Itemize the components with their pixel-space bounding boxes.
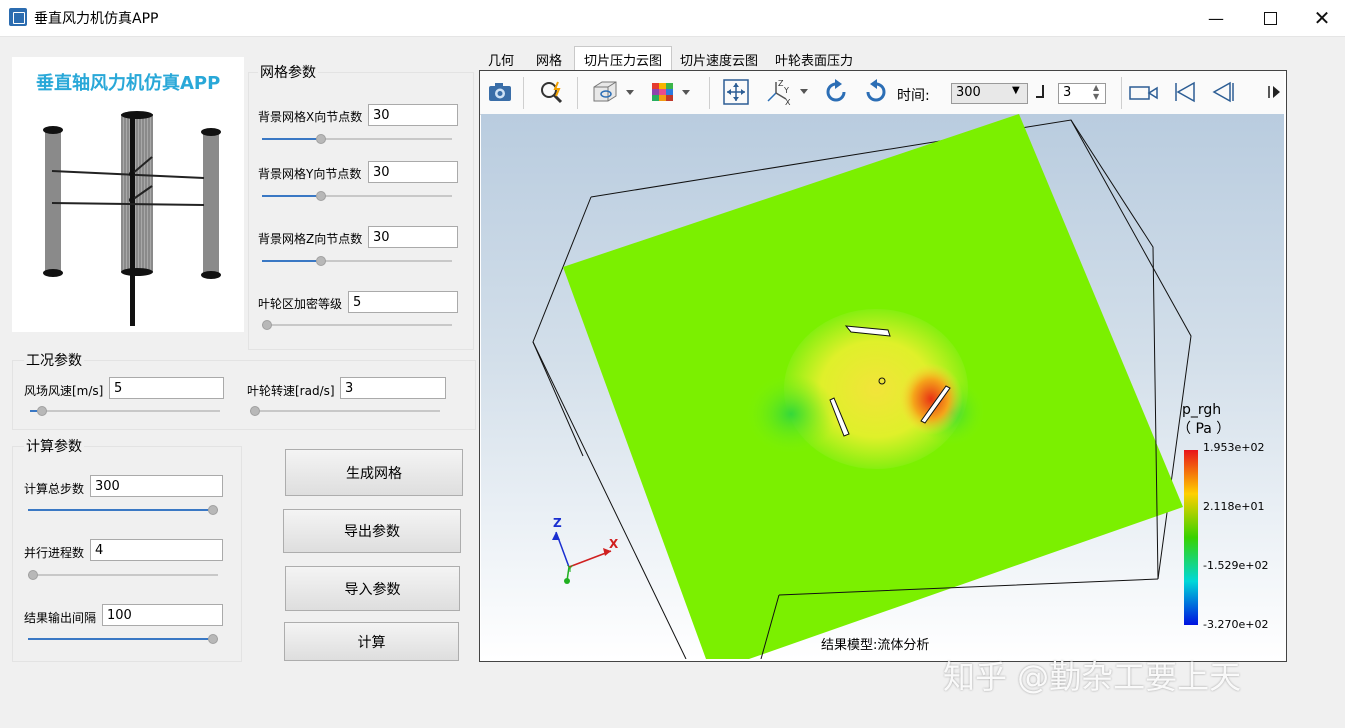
calc-params-title: 计算参数 [24,436,84,456]
query-icon[interactable] [537,77,567,107]
close-button[interactable]: ✕ [1299,0,1345,36]
step-spinbox-value: 3 [1063,85,1072,100]
step-icon [1036,85,1044,98]
refine-label: 叶轮区加密等级 [258,297,343,311]
svg-text:X: X [785,98,791,106]
conditions-title: 工况参数 [24,350,84,370]
time-select[interactable]: 300 ▼ [951,83,1028,104]
refine-input[interactable] [348,291,458,313]
total-steps-slider[interactable] [28,505,218,515]
mesh-y-input[interactable] [368,161,458,183]
mesh-z-input[interactable] [368,226,458,248]
axes-icon[interactable]: ZYX [764,77,810,107]
mesh-x-slider[interactable] [262,134,452,144]
wind-speed-input[interactable] [109,377,224,399]
tab-geometry[interactable]: 几何 [482,48,520,70]
chevron-down-icon: ▼ [1012,85,1020,96]
spin-arrows-icon: ▲ ▼ [1093,83,1100,101]
procs-slider[interactable] [28,570,218,580]
legend-title: p_rgh [1182,402,1222,418]
tab-slice-velocity[interactable]: 切片速度云图 [674,48,764,70]
fit-view-icon[interactable] [721,77,751,107]
camera-icon[interactable] [485,77,515,107]
total-steps-label: 计算总步数 [24,482,85,496]
pressure-slice-render [532,114,1198,659]
3d-viewport[interactable]: Z X Y p_rgh （ Pa ） 1.953e+02 2.118e+01 -… [481,114,1284,659]
output-interval-label: 结果输出间隔 [24,611,97,625]
mesh-z-slider[interactable] [262,256,452,266]
record-icon[interactable] [1126,77,1162,107]
legend-max: 1.953e+02 [1203,441,1265,454]
maximize-icon [1263,11,1277,25]
step-spinbox[interactable]: 3 ▲ ▼ [1058,83,1106,104]
legend-mid-high: 2.118e+01 [1203,500,1265,513]
minimize-button[interactable]: — [1193,0,1239,36]
export-params-button[interactable]: 导出参数 [283,509,461,553]
mesh-y-slider[interactable] [262,191,452,201]
rotor-speed-label: 叶轮转速[rad/s] [247,384,335,398]
mesh-params-title: 网格参数 [258,62,318,82]
prev-frame-icon[interactable] [1209,77,1239,107]
svg-text:Y: Y [783,86,789,95]
rotate-cw-icon[interactable] [821,77,851,107]
view-toolbar: ZYX 时间: 300 ▼ 3 ▲ ▼ [480,71,1284,115]
tab-mesh[interactable]: 网格 [528,48,570,70]
mesh-y-label: 背景网格Y向节点数 [258,167,362,181]
axis-z-label: Z [553,516,562,530]
procs-label: 并行进程数 [24,546,85,560]
time-select-value: 300 [956,85,981,100]
refine-slider[interactable] [262,320,452,330]
rotate-ccw-icon[interactable] [861,77,891,107]
logo-panel: 垂直轴风力机仿真APP [12,57,244,332]
legend-min: -3.270e+02 [1203,618,1269,631]
color-cube-icon[interactable] [648,77,694,107]
rotor-speed-slider[interactable] [250,406,440,416]
app-icon [9,8,27,26]
axis-x-label: X [609,537,619,551]
legend-unit: （ Pa ） [1177,421,1231,437]
title-bar [0,0,1345,37]
first-frame-icon[interactable] [1169,77,1199,107]
tab-slice-pressure[interactable]: 切片压力云图 [574,46,672,72]
result-model-label: 结果模型:流体分析 [821,638,930,653]
output-interval-input[interactable] [102,604,223,626]
output-interval-slider[interactable] [28,634,218,644]
minimize-icon: — [1208,8,1224,28]
axis-y-label: Y [567,564,574,575]
mesh-z-label: 背景网格Z向节点数 [258,232,363,246]
wind-speed-slider[interactable] [30,406,220,416]
mesh-x-input[interactable] [368,104,458,126]
logo-caption: 垂直轴风力机仿真APP [36,73,221,94]
time-label: 时间: [897,88,930,104]
generate-mesh-button[interactable]: 生成网格 [285,449,463,496]
procs-input[interactable] [90,539,223,561]
import-params-button[interactable]: 导入参数 [285,566,460,611]
rotor-speed-input[interactable] [340,377,446,399]
close-icon: ✕ [1313,6,1331,30]
tab-blade-pressure[interactable]: 叶轮表面压力 [768,48,860,70]
next-frame-icon[interactable] [1263,77,1283,107]
maximize-button[interactable] [1247,0,1293,36]
watermark: 知乎 @勤杂工要上天 [943,658,1242,696]
compute-button[interactable]: 计算 [284,622,459,661]
wind-turbine-image [43,111,221,326]
mesh-x-label: 背景网格X向节点数 [258,110,363,124]
total-steps-input[interactable] [90,475,223,497]
box-view-icon[interactable] [590,77,636,107]
legend-mid-low: -1.529e+02 [1203,559,1269,572]
wind-speed-label: 风场风速[m/s] [24,384,104,398]
window-title: 垂直风力机仿真APP [34,11,159,27]
